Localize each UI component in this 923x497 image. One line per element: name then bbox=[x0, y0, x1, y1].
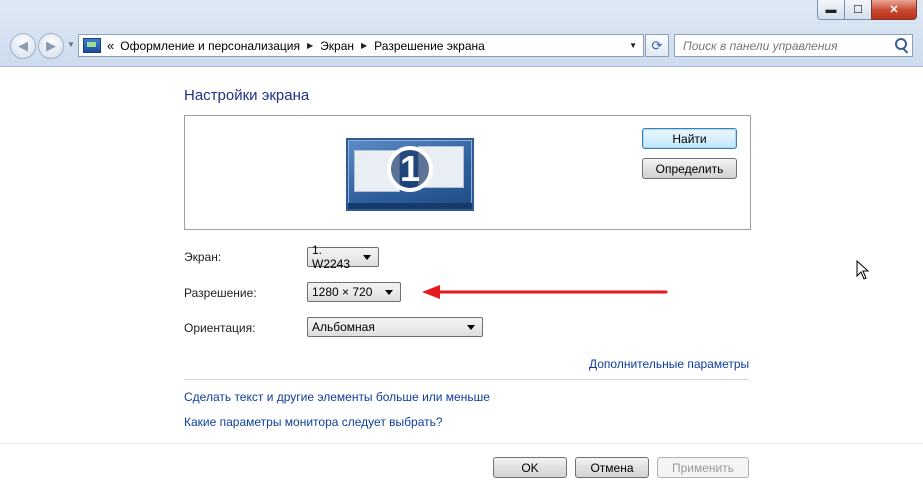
footer-divider bbox=[0, 443, 923, 444]
identify-button[interactable]: Определить bbox=[642, 158, 737, 179]
breadcrumb-separator-icon[interactable]: ▶ bbox=[361, 41, 367, 50]
forward-button[interactable]: ▶ bbox=[38, 33, 64, 59]
minimize-button[interactable]: ▬ bbox=[817, 0, 845, 20]
dialog-footer: OK Отмена Применить bbox=[0, 451, 923, 497]
back-button[interactable]: ◀ bbox=[10, 33, 36, 59]
orientation-label: Ориентация: bbox=[184, 321, 256, 335]
chevron-down-icon: ▼ bbox=[67, 40, 75, 49]
cancel-button[interactable]: Отмена bbox=[575, 457, 649, 478]
screen-select[interactable]: 1. W2243 bbox=[307, 243, 379, 271]
back-arrow-icon: ◀ bbox=[18, 38, 28, 53]
search-icon[interactable] bbox=[895, 38, 907, 50]
monitor-preview-area: 1 Найти Определить bbox=[184, 115, 751, 230]
red-arrow-annotation bbox=[422, 285, 668, 299]
advanced-settings-link[interactable]: Дополнительные параметры bbox=[589, 357, 749, 371]
monitor-number-badge: 1 bbox=[387, 146, 433, 192]
window-controls: ▬ ☐ ✕ bbox=[817, 0, 917, 20]
window-titlebar: ▬ ☐ ✕ ◀ ▶ ▼ « Оформление и персонализаци… bbox=[0, 0, 923, 67]
breadcrumb-overflow-button[interactable]: « bbox=[107, 38, 114, 53]
recent-pages-button[interactable]: ▼ bbox=[67, 40, 75, 49]
text-size-link[interactable]: Сделать текст и другие элементы больше и… bbox=[184, 390, 490, 404]
search-input[interactable] bbox=[681, 37, 885, 54]
address-dropdown-icon[interactable]: ▼ bbox=[629, 41, 637, 50]
section-divider bbox=[184, 379, 749, 380]
resolution-select-value: 1280 × 720 bbox=[312, 285, 373, 299]
breadcrumb-item-display[interactable]: Экран bbox=[320, 39, 354, 53]
monitor-1-thumbnail[interactable]: 1 bbox=[346, 138, 474, 211]
breadcrumb: « Оформление и персонализация ▶ Экран ▶ … bbox=[107, 38, 485, 53]
forward-arrow-icon: ▶ bbox=[46, 38, 56, 53]
search-box[interactable] bbox=[674, 34, 913, 57]
breadcrumb-separator-icon[interactable]: ▶ bbox=[307, 41, 313, 50]
chevron-down-icon bbox=[363, 254, 371, 260]
screen-select-value: 1. W2243 bbox=[312, 243, 351, 271]
main-content: Настройки экрана 1 Найти Определить Экра… bbox=[0, 67, 923, 497]
screen-label: Экран: bbox=[184, 250, 222, 264]
resolution-label: Разрешение: bbox=[184, 286, 257, 300]
orientation-select-value: Альбомная bbox=[312, 320, 375, 334]
address-bar[interactable]: « Оформление и персонализация ▶ Экран ▶ … bbox=[78, 34, 644, 57]
control-panel-icon bbox=[83, 38, 101, 53]
breadcrumb-item-resolution[interactable]: Разрешение экрана bbox=[374, 39, 485, 53]
maximize-button[interactable]: ☐ bbox=[844, 0, 872, 20]
find-button[interactable]: Найти bbox=[642, 128, 737, 149]
resolution-select[interactable]: 1280 × 720 bbox=[307, 282, 401, 302]
mouse-cursor-icon bbox=[856, 260, 870, 280]
chevron-down-icon bbox=[385, 289, 393, 295]
close-button[interactable]: ✕ bbox=[871, 0, 917, 20]
preview-taskbar bbox=[348, 203, 472, 209]
page-title: Настройки экрана bbox=[184, 87, 310, 104]
chevron-down-icon bbox=[467, 324, 475, 330]
monitor-settings-help-link[interactable]: Какие параметры монитора следует выбрать… bbox=[184, 415, 443, 429]
refresh-icon: ⟳ bbox=[651, 37, 663, 53]
breadcrumb-item-appearance[interactable]: Оформление и персонализация bbox=[120, 39, 300, 53]
ok-button[interactable]: OK bbox=[493, 457, 567, 478]
apply-button[interactable]: Применить bbox=[657, 457, 749, 478]
refresh-button[interactable]: ⟳ bbox=[645, 34, 669, 57]
orientation-select[interactable]: Альбомная bbox=[307, 317, 483, 337]
